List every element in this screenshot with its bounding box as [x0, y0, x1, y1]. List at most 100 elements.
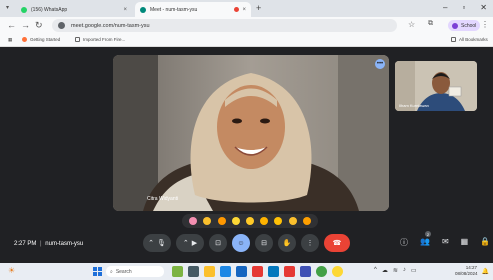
meeting-info: 2:27 PM | num-tasm-ysu [14, 241, 83, 247]
tab-bar: ▾ (156) WhatsApp × Meet - num-tasm-ysu ×… [0, 0, 493, 17]
close-icon[interactable]: × [242, 7, 246, 13]
joy-icon[interactable] [245, 217, 254, 225]
activities-icon[interactable]: ▦ [461, 237, 469, 248]
tab-label: Meet - num-tasm-ysu [150, 6, 198, 13]
weather-icon[interactable]: ☀ [8, 266, 15, 275]
folder-icon [451, 37, 456, 42]
tab-whatsapp[interactable]: (156) WhatsApp × [16, 2, 132, 17]
site-info-icon[interactable] [58, 22, 65, 29]
tab-search-icon[interactable]: ▾ [6, 4, 9, 11]
bookmark-imported[interactable]: Imported From Fire... [75, 37, 125, 42]
clapping-hands-icon[interactable] [231, 217, 240, 225]
back-icon[interactable]: ← [7, 20, 16, 30]
party-popper-icon[interactable] [217, 217, 226, 225]
captions-icon: ⊡ [215, 240, 221, 247]
clock-date: 08/08/2024 [455, 271, 478, 276]
folder-icon [75, 37, 80, 42]
game-app-icon[interactable] [172, 266, 183, 277]
bookmarks-bar: ▦ Getting Started Imported From Fire... … [0, 34, 493, 47]
self-view-tile[interactable]: Ilham Kurniawan [395, 61, 477, 111]
battery-icon[interactable]: ▭ [411, 267, 417, 274]
url-text: meet.google.com/num-tasm-ysu [71, 22, 150, 29]
file-explorer-icon[interactable] [204, 266, 215, 277]
bookmark-star-icon[interactable]: ☆ [408, 20, 415, 29]
main-video-tile[interactable]: ••• Citra Widyanti [113, 55, 389, 211]
present-icon: ⊟ [261, 240, 267, 247]
new-tab-icon[interactable]: + [256, 3, 261, 13]
chevron-up-icon[interactable]: ⌃ [148, 239, 154, 247]
reload-icon[interactable]: ↻ [35, 20, 43, 31]
apps-icon[interactable]: ▦ [8, 37, 12, 43]
clock[interactable]: 14:27 08/08/2024 [455, 265, 478, 277]
meet-stage: ••• Citra Widyanti Ilham Kurniawan 2:27 … [0, 47, 493, 263]
forward-icon[interactable]: → [21, 20, 30, 30]
bookmark-getting-started[interactable]: Getting Started [22, 37, 60, 42]
address-bar-row: ← → ↻ meet.google.com/num-tasm-ysu ☆ ⧉ S… [0, 17, 493, 34]
window-controls: – ▫ ✕ [443, 3, 487, 12]
more-options-button[interactable]: ⋮ [301, 234, 319, 252]
notifications-icon[interactable]: 🔔 [482, 268, 489, 275]
raise-hand-button[interactable]: ✋ [278, 234, 296, 252]
self-name: Ilham Kurniawan [399, 103, 429, 108]
volume-icon[interactable]: ♪ [403, 267, 406, 274]
mic-button[interactable]: ⌃ 🎙 [143, 234, 171, 252]
mail-icon[interactable] [268, 266, 279, 277]
slightly-frowning-icon[interactable] [274, 217, 283, 225]
profile-button[interactable]: School [448, 20, 481, 31]
profile-label: School [461, 22, 477, 29]
present-button[interactable]: ⊟ [255, 234, 273, 252]
meet-icon [140, 6, 146, 13]
search-label: Search [115, 268, 132, 275]
chat-icon[interactable]: ✉ [442, 237, 449, 248]
host-controls-icon[interactable]: 🔒 [480, 237, 490, 248]
taskbar-search[interactable]: ⌕ Search [106, 266, 164, 277]
separator: | [40, 241, 42, 247]
task-view-icon[interactable] [188, 266, 199, 277]
meeting-time: 2:27 PM [14, 241, 37, 247]
system-tray: ^ ☁ ≋ ♪ ▭ [374, 267, 417, 274]
chevron-up-icon[interactable]: ^ [374, 267, 377, 274]
store-icon[interactable] [236, 266, 247, 277]
info-icon[interactable]: ⓘ [400, 237, 408, 248]
participant-video [113, 55, 389, 211]
office-icon[interactable] [252, 266, 263, 277]
all-bookmarks-label: All Bookmarks [459, 37, 488, 42]
camera-button[interactable]: ⌃ ▶ [176, 234, 204, 252]
close-window-icon[interactable]: ✕ [480, 3, 487, 12]
wifi-icon[interactable]: ≋ [393, 267, 398, 274]
bookmark-label: Imported From Fire... [83, 37, 126, 42]
thinking-icon[interactable] [288, 217, 297, 225]
whatsapp-icon [21, 6, 27, 13]
chrome-icon[interactable] [316, 266, 327, 277]
more-vert-icon: ⋮ [306, 240, 314, 247]
open-mouth-icon[interactable] [260, 217, 269, 225]
all-bookmarks[interactable]: All Bookmarks [451, 37, 488, 42]
start-button[interactable] [93, 267, 102, 276]
taskbar-apps [172, 266, 343, 277]
app-icon[interactable] [284, 266, 295, 277]
browser-menu-icon[interactable]: ⋮ [481, 20, 489, 29]
thumbs-down-icon[interactable] [302, 217, 311, 225]
thumbs-up-icon[interactable] [203, 217, 212, 225]
extensions-icon[interactable]: ⧉ [428, 20, 433, 28]
onedrive-icon[interactable]: ☁ [382, 267, 388, 274]
captions-button[interactable]: ⊡ [209, 234, 227, 252]
chrome-icon[interactable] [332, 266, 343, 277]
url-field[interactable]: meet.google.com/num-tasm-ysu [52, 19, 397, 32]
edge-icon[interactable] [220, 266, 231, 277]
tab-meet[interactable]: Meet - num-tasm-ysu × [135, 2, 251, 17]
end-call-button[interactable]: ☎ [324, 234, 350, 252]
hand-icon: ✋ [282, 240, 292, 247]
tab-label: (156) WhatsApp [31, 6, 68, 13]
maximize-icon[interactable]: ▫ [462, 3, 465, 12]
chevron-up-icon[interactable]: ⌃ [183, 239, 189, 247]
people-icon[interactable]: 👥 [420, 237, 430, 248]
search-icon: ⌕ [110, 268, 113, 275]
close-icon[interactable]: × [123, 7, 127, 13]
app-icon[interactable] [300, 266, 311, 277]
minimize-icon[interactable]: – [443, 3, 447, 12]
recording-icon [234, 7, 240, 12]
sparkling-heart-icon[interactable] [189, 217, 198, 225]
more-options-icon[interactable]: ••• [375, 59, 385, 69]
emoji-button[interactable]: ☺ [232, 234, 250, 252]
